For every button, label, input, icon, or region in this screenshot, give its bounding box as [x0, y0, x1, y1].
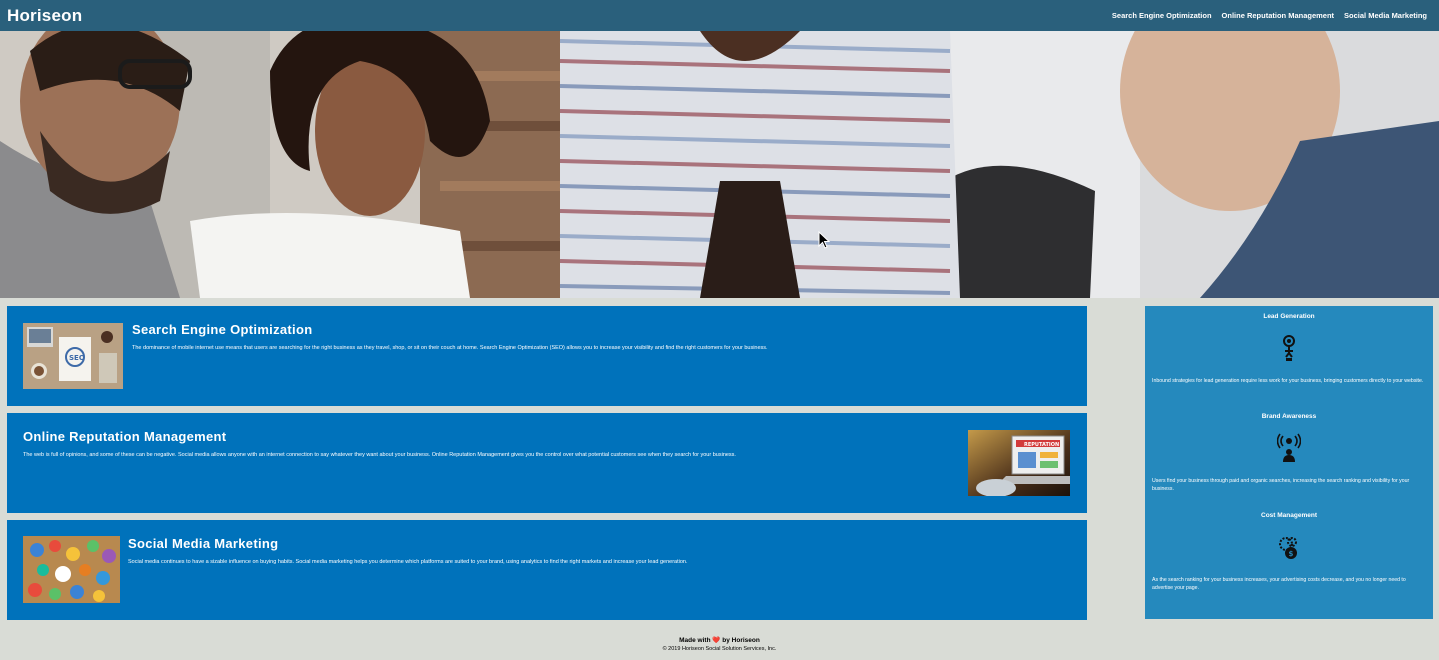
svg-text:REPUTATION: REPUTATION [1024, 442, 1059, 448]
social-card: Social Media Marketing Social media cont… [7, 520, 1087, 620]
site-logo[interactable]: Horiseon [7, 6, 82, 26]
social-image [23, 536, 120, 603]
benefit-title: Brand Awareness [1261, 413, 1317, 420]
social-text: Social media continues to have a sizable… [128, 559, 688, 565]
social-title: Social Media Marketing [128, 536, 279, 551]
reputation-card: Online Reputation Management The web is … [7, 413, 1087, 513]
heart-icon: ❤️ [712, 637, 721, 644]
made-with-prefix: Made with [679, 637, 711, 644]
seo-text: The dominance of mobile internet use mea… [132, 345, 768, 351]
nav-link-social[interactable]: Social Media Marketing [1344, 11, 1427, 20]
benefit-title: Lead Generation [1263, 313, 1315, 320]
site-header: Horiseon Search Engine Optimization Onli… [0, 0, 1439, 31]
made-with-text: Made with ❤️ by Horiseon [0, 636, 1439, 644]
nav-link-seo[interactable]: Search Engine Optimization [1112, 11, 1212, 20]
main-nav: Search Engine Optimization Online Reputa… [1112, 11, 1427, 20]
svg-text:$: $ [1289, 550, 1294, 558]
copyright-text: © 2019 Horiseon Social Solution Services… [662, 646, 777, 652]
benefit-text: Inbound strategies for lead generation r… [1152, 378, 1424, 384]
benefit-text: As the search ranking for your business … [1152, 577, 1406, 591]
cost-management-icon: $ [1279, 537, 1297, 559]
benefit-brand-awareness: Brand Awareness Users find your business… [1145, 413, 1433, 513]
mouse-cursor-icon [818, 231, 830, 249]
nav-link-reputation[interactable]: Online Reputation Management [1222, 11, 1335, 20]
hero-image [0, 31, 1439, 298]
reputation-text: The web is full of opinions, and some of… [23, 452, 736, 458]
brand-awareness-icon [1277, 433, 1301, 462]
team-meeting-photo [0, 31, 1439, 298]
benefits-sidebar: Lead Generation Inbound strategies for l… [1145, 306, 1433, 619]
made-with-suffix: by Horiseon [722, 637, 760, 644]
reputation-image: REPUTATION [968, 430, 1070, 496]
svg-text:SEO: SEO [69, 354, 85, 362]
seo-card: SEO Search Engine Optimization The domin… [7, 306, 1087, 406]
reputation-title: Online Reputation Management [23, 429, 227, 444]
benefit-lead-generation: Lead Generation Inbound strategies for l… [1145, 313, 1433, 413]
seo-image: SEO [23, 323, 123, 389]
benefit-cost-management: Cost Management $ As the search ranking … [1145, 512, 1433, 612]
site-footer: Made with ❤️ by Horiseon © 2019 Horiseon… [0, 636, 1439, 652]
seo-title: Search Engine Optimization [132, 322, 313, 337]
benefit-text: Users find your business through paid an… [1152, 478, 1410, 492]
lead-generation-icon [1283, 335, 1295, 361]
benefit-title: Cost Management [1261, 512, 1317, 519]
